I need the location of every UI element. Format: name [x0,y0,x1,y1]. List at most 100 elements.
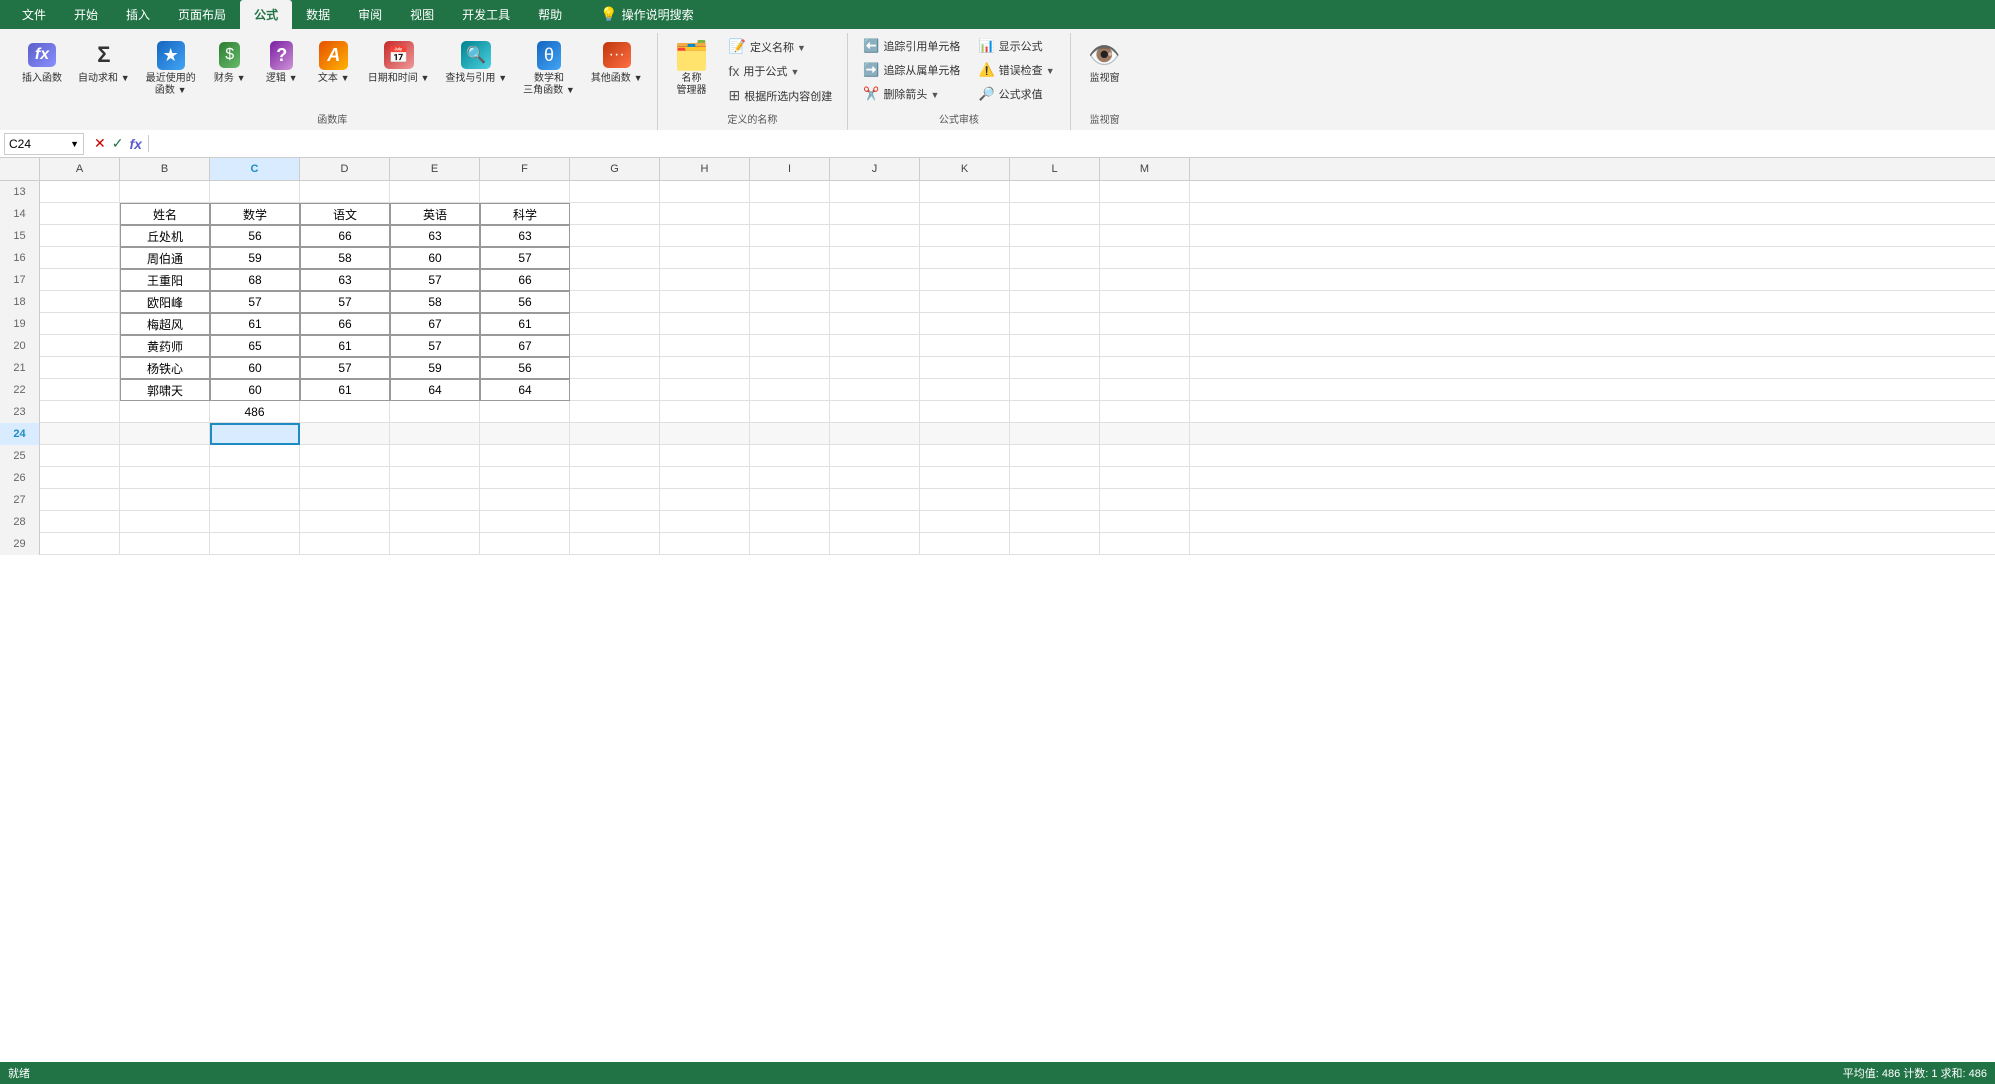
cell-k13[interactable] [920,181,1010,203]
cell-l15[interactable] [1010,225,1100,247]
cell-a26[interactable] [40,467,120,489]
cell-k17[interactable] [920,269,1010,291]
tab-file[interactable]: 文件 [8,0,60,29]
cell-l22[interactable] [1010,379,1100,401]
cell-m22[interactable] [1100,379,1190,401]
text-function-button[interactable]: A 文本 ▼ [310,35,358,89]
tab-help[interactable]: 帮助 [524,0,576,29]
cell-a16[interactable] [40,247,120,269]
cell-k14[interactable] [920,203,1010,225]
cell-l26[interactable] [1010,467,1100,489]
cell-a23[interactable] [40,401,120,423]
cell-i18[interactable] [750,291,830,313]
tab-data[interactable]: 数据 [292,0,344,29]
row-num-26[interactable]: 26 [0,467,40,489]
cell-m16[interactable] [1100,247,1190,269]
cell-a19[interactable] [40,313,120,335]
autosum-button[interactable]: Σ 自动求和 ▼ [72,35,136,89]
cell-e28[interactable] [390,511,480,533]
cell-e27[interactable] [390,489,480,511]
cell-d23[interactable] [300,401,390,423]
cell-h29[interactable] [660,533,750,555]
cell-l28[interactable] [1010,511,1100,533]
cell-b21[interactable]: 杨铁心 [120,357,210,379]
cell-g21[interactable] [570,357,660,379]
cell-e21[interactable]: 59 [390,357,480,379]
cell-j22[interactable] [830,379,920,401]
cell-a21[interactable] [40,357,120,379]
row-num-16[interactable]: 16 [0,247,40,269]
cell-d29[interactable] [300,533,390,555]
cell-j18[interactable] [830,291,920,313]
cell-i24[interactable] [750,423,830,445]
col-header-k[interactable]: K [920,158,1010,180]
cell-d16[interactable]: 58 [300,247,390,269]
row-num-27[interactable]: 27 [0,489,40,511]
cell-k25[interactable] [920,445,1010,467]
cell-f17[interactable]: 66 [480,269,570,291]
cell-c17[interactable]: 68 [210,269,300,291]
cell-c23[interactable]: 486 [210,401,300,423]
cell-e20[interactable]: 57 [390,335,480,357]
cell-k16[interactable] [920,247,1010,269]
cell-a28[interactable] [40,511,120,533]
cell-f16[interactable]: 57 [480,247,570,269]
cell-m25[interactable] [1100,445,1190,467]
cell-f27[interactable] [480,489,570,511]
cell-b29[interactable] [120,533,210,555]
trace-precedents-button[interactable]: ⬅️ 追踪引用单元格 [856,35,967,57]
row-num-20[interactable]: 20 [0,335,40,357]
cell-d24[interactable] [300,423,390,445]
cell-j25[interactable] [830,445,920,467]
cell-k22[interactable] [920,379,1010,401]
cell-c26[interactable] [210,467,300,489]
cell-c13[interactable] [210,181,300,203]
cell-j16[interactable] [830,247,920,269]
cell-b28[interactable] [120,511,210,533]
cell-g23[interactable] [570,401,660,423]
cell-c29[interactable] [210,533,300,555]
cell-h19[interactable] [660,313,750,335]
cell-b17[interactable]: 王重阳 [120,269,210,291]
cell-j28[interactable] [830,511,920,533]
tab-view[interactable]: 视图 [396,0,448,29]
cell-l25[interactable] [1010,445,1100,467]
finance-button[interactable]: $ 财务 ▼ [206,35,254,89]
tab-home[interactable]: 开始 [60,0,112,29]
cell-a15[interactable] [40,225,120,247]
cell-m21[interactable] [1100,357,1190,379]
cell-j20[interactable] [830,335,920,357]
cell-g26[interactable] [570,467,660,489]
cell-i29[interactable] [750,533,830,555]
row-num-17[interactable]: 17 [0,269,40,291]
row-num-22[interactable]: 22 [0,379,40,401]
cell-k21[interactable] [920,357,1010,379]
cell-c27[interactable] [210,489,300,511]
cell-m13[interactable] [1100,181,1190,203]
cell-h26[interactable] [660,467,750,489]
remove-arrows-button[interactable]: ✂️ 删除箭头 ▼ [856,83,967,105]
row-num-23[interactable]: 23 [0,401,40,423]
cell-h28[interactable] [660,511,750,533]
cell-g20[interactable] [570,335,660,357]
cell-g27[interactable] [570,489,660,511]
cell-d22[interactable]: 61 [300,379,390,401]
create-from-sel-button[interactable]: ⊞ 根据所选内容创建 [722,84,840,107]
cell-i17[interactable] [750,269,830,291]
tab-insert[interactable]: 插入 [112,0,164,29]
formula-input[interactable] [153,133,1991,155]
cell-k19[interactable] [920,313,1010,335]
cell-h27[interactable] [660,489,750,511]
cell-g13[interactable] [570,181,660,203]
cell-i19[interactable] [750,313,830,335]
cell-h14[interactable] [660,203,750,225]
define-name-button[interactable]: 📝 定义名称 ▼ [722,35,840,58]
cell-j15[interactable] [830,225,920,247]
cell-m24[interactable] [1100,423,1190,445]
cell-i23[interactable] [750,401,830,423]
tab-search-help[interactable]: 💡 操作说明搜索 [586,0,707,29]
cell-j14[interactable] [830,203,920,225]
math-button[interactable]: θ 数学和三角函数 ▼ [517,35,581,101]
col-header-f[interactable]: F [480,158,570,180]
cell-g22[interactable] [570,379,660,401]
